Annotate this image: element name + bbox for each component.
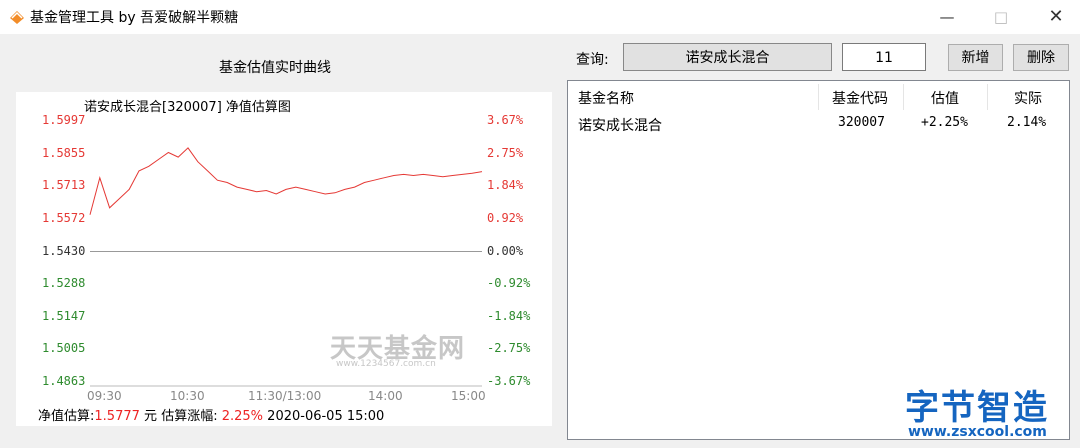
y-tick-right: 0.92% <box>487 210 524 225</box>
column-header-code[interactable]: 基金代码 <box>832 88 888 108</box>
brand-watermark: 字节智造 <box>905 388 1049 428</box>
x-tick-label: 09:30 <box>87 389 122 403</box>
x-tick-label: 10:30 <box>170 389 205 403</box>
nav-estimate-label: 净值估算: <box>38 409 95 424</box>
y-tick-left: 1.5713 <box>42 178 86 193</box>
y-tick-left: 1.5005 <box>42 341 86 356</box>
chart-title: 诺安成长混合[320007] 净值估算图 <box>84 100 291 115</box>
y-tick-left: 1.5997 <box>42 113 86 127</box>
y-tick-left: 1.5288 <box>42 276 86 291</box>
column-header-estimate[interactable]: 估值 <box>931 88 959 108</box>
column-divider <box>903 84 904 110</box>
column-header-actual[interactable]: 实际 <box>1014 88 1042 108</box>
y-tick-right: -1.84% <box>487 308 531 323</box>
change-label: 估算涨幅: <box>161 409 218 424</box>
query-label: 查询: <box>576 52 609 68</box>
y-tick-right: 1.84% <box>487 178 524 193</box>
chart-footer: 净值估算:1.5777 元 估算涨幅: 2.25% 2020-06-05 15:… <box>38 405 384 424</box>
minimize-icon[interactable]: — <box>936 6 958 28</box>
y-tick-right: 2.75% <box>487 145 524 160</box>
cell-fund-code: 320007 <box>838 115 885 130</box>
add-button[interactable]: 新增 <box>948 44 1003 71</box>
y-tick-left: 1.5147 <box>42 308 86 323</box>
y-tick-right: -0.92% <box>487 276 531 291</box>
watermark-url: www.1234567.com.cn <box>336 359 436 369</box>
brand-url: www.zsxcool.com <box>908 424 1047 440</box>
fund-code-input[interactable]: 11 <box>842 43 926 71</box>
x-tick-label: 15:00 <box>451 389 486 403</box>
column-header-name[interactable]: 基金名称 <box>578 88 634 108</box>
cell-estimate: +2.25% <box>921 115 968 130</box>
change-value: 2.25% <box>221 409 264 424</box>
y-tick-left: 1.4863 <box>42 374 86 388</box>
column-divider <box>987 84 988 110</box>
y-tick-left: 1.5572 <box>42 210 86 225</box>
y-tick-right: 0.00% <box>487 243 524 258</box>
close-icon[interactable]: ✕ <box>1045 6 1067 28</box>
cell-actual: 2.14% <box>1007 115 1047 130</box>
nav-unit: 元 <box>144 409 158 424</box>
nav-line <box>89 147 483 215</box>
x-tick-label: 11:30/13:00 <box>248 389 322 403</box>
x-tick-label: 14:00 <box>368 389 403 403</box>
update-datetime: 2020-06-05 15:00 <box>267 409 385 424</box>
y-tick-right: 3.67% <box>487 113 524 127</box>
cell-fund-name: 诺安成长混合 <box>578 118 662 134</box>
fund-select[interactable]: 诺安成长混合 <box>623 43 832 71</box>
delete-button[interactable]: 删除 <box>1013 44 1069 71</box>
maximize-icon[interactable]: □ <box>990 6 1012 28</box>
y-tick-left: 1.5430 <box>42 243 86 258</box>
column-divider <box>818 84 819 110</box>
y-tick-right: -3.67% <box>487 374 531 388</box>
nav-estimate-value: 1.5777 <box>94 409 140 424</box>
y-tick-right: -2.75% <box>487 341 531 356</box>
y-tick-left: 1.5855 <box>42 145 86 160</box>
